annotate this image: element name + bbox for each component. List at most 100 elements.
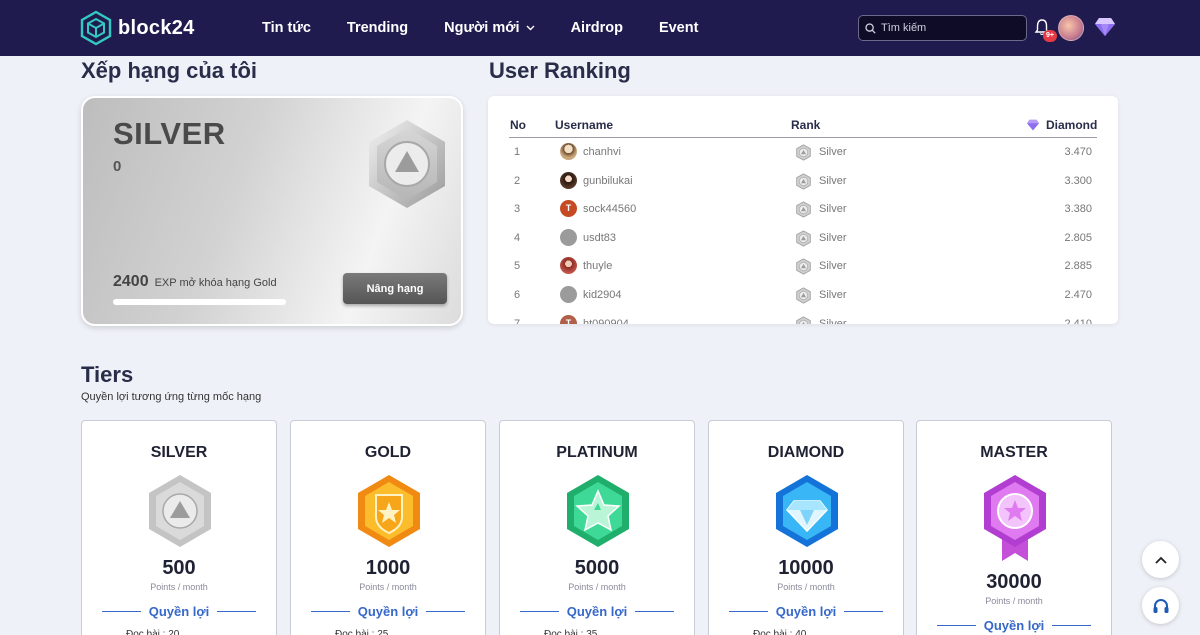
- row-username[interactable]: ht090904: [583, 318, 629, 324]
- col-no: No: [510, 118, 526, 132]
- tier-points: 1000: [365, 557, 411, 579]
- row-username[interactable]: sock44560: [583, 203, 636, 215]
- nav-nguoi-moi[interactable]: Người mới: [444, 20, 535, 36]
- unlock-text: EXP mở khóa hạng Gold: [154, 277, 277, 289]
- main-nav: Tin tức Trending Người mới Airdrop Event: [262, 0, 734, 56]
- row-diamond: 2.885: [1064, 260, 1092, 273]
- logo[interactable]: block24: [80, 10, 195, 46]
- row-rank: Silver: [819, 146, 847, 158]
- tier-unit: Points / month: [985, 596, 1043, 606]
- tier-points: 500: [162, 557, 196, 579]
- row-diamond: 2.470: [1064, 288, 1092, 301]
- nav-label: Event: [658, 20, 699, 36]
- my-rank-card: SILVER 0 2400 EXP mở khóa hạng Gold Nâng…: [81, 96, 463, 326]
- diamond-icon[interactable]: [1094, 17, 1116, 37]
- tier-medal: [563, 473, 633, 554]
- user-avatar: [560, 143, 577, 160]
- nav-airdrop[interactable]: Airdrop: [571, 20, 623, 36]
- tier-points: 5000: [574, 557, 620, 579]
- row-rank: Silver: [819, 231, 847, 244]
- tier-benefit[interactable]: Quyền lợi: [937, 618, 1091, 633]
- nav-label: Airdrop: [570, 20, 623, 36]
- top-header: block24 Tin tức Trending Người mới Airdr…: [0, 0, 1200, 56]
- row-username[interactable]: kid2904: [583, 289, 622, 301]
- table-row[interactable]: 2 gunbilukai Silver 3.300: [509, 167, 1097, 196]
- user-ranking-heading: User Ranking: [489, 58, 631, 83]
- upgrade-button[interactable]: Nâng hạng: [343, 273, 447, 304]
- user-avatar: [560, 228, 577, 246]
- silver-medal-icon: [149, 475, 211, 547]
- row-no: 3: [514, 203, 521, 216]
- table-row[interactable]: 6 kid2904 Silver 2.470: [509, 281, 1097, 310]
- search-box: [858, 15, 1027, 41]
- tier-benefit[interactable]: Quyền lợi: [729, 604, 883, 619]
- user-avatar: [560, 257, 577, 275]
- search-icon: [865, 22, 876, 34]
- row-diamond: 3.380: [1064, 203, 1092, 216]
- tier-name: DIAMOND: [767, 444, 845, 461]
- tier-benefit-label: Quyền lợi: [357, 604, 419, 619]
- row-no: 6: [514, 288, 521, 301]
- tier-name: PLATINUM: [556, 444, 638, 461]
- user-avatar[interactable]: [1058, 15, 1084, 41]
- table-row[interactable]: 5 thuyle Silver 2.885: [509, 252, 1097, 281]
- row-no: 4: [514, 231, 521, 244]
- search-input[interactable]: [881, 22, 1011, 34]
- tier-card-gold: GOLD 1000 Points / month Quyền lợi Đọc b…: [290, 420, 486, 635]
- row-username[interactable]: thuyle: [583, 260, 612, 272]
- silver-rank-icon: [796, 315, 811, 324]
- master-medal-icon: [984, 475, 1046, 561]
- tier-card-diamond: DIAMOND 10000 Points / month Quyền lợi Đ…: [708, 420, 904, 635]
- tier-benefit[interactable]: Quyền lợi: [102, 604, 256, 619]
- user-avatar: T: [560, 200, 577, 218]
- row-username[interactable]: usdt83: [583, 232, 616, 244]
- tier-benefit-label: Quyền lợi: [148, 604, 210, 619]
- silver-medal-icon: [369, 120, 445, 208]
- user-ranking-table[interactable]: No Username Rank Diamond 1 chanhvi Silve…: [488, 96, 1118, 324]
- rank-exp: 0: [113, 158, 122, 175]
- tier-medal: [772, 473, 842, 554]
- table-header: No Username Rank Diamond: [509, 116, 1097, 138]
- logo-text: block24: [118, 16, 195, 39]
- row-diamond: 2.410: [1064, 317, 1092, 324]
- row-username[interactable]: gunbilukai: [583, 175, 633, 187]
- table-row[interactable]: 4 usdt83 Silver 2.805: [509, 224, 1097, 253]
- nav-event[interactable]: Event: [659, 20, 699, 36]
- tier-points: 30000: [986, 571, 1042, 593]
- avatar-letter: T: [565, 203, 572, 214]
- tier-unit: Points / month: [359, 582, 417, 592]
- tier-medal: [354, 473, 424, 554]
- col-username: Username: [555, 118, 614, 132]
- row-username[interactable]: chanhvi: [583, 146, 621, 158]
- platinum-medal-icon: [567, 475, 629, 547]
- diamond-icon: [1027, 119, 1039, 131]
- tier-extra: Đọc bài : 40: [753, 629, 807, 635]
- gold-medal-icon: [358, 475, 420, 547]
- tier-benefit[interactable]: Quyền lợi: [520, 604, 674, 619]
- table-row[interactable]: 7 T ht090904 Silver 2.410: [509, 310, 1097, 324]
- col-diamond: Diamond: [1026, 118, 1097, 132]
- nav-label: Tin tức: [262, 20, 311, 36]
- row-rank: Silver: [819, 260, 847, 273]
- table-row[interactable]: 3 T sock44560 Silver 3.380: [509, 195, 1097, 224]
- avatar-letter: T: [565, 317, 572, 324]
- support-button[interactable]: [1142, 587, 1179, 624]
- table-row[interactable]: 1 chanhvi Silver 3.470: [509, 138, 1097, 167]
- tier-extra: Đọc bài : 35: [544, 629, 598, 635]
- user-avatar: T: [560, 314, 577, 324]
- silver-rank-icon: [796, 144, 811, 161]
- scroll-top-button[interactable]: [1142, 541, 1179, 578]
- row-diamond: 2.805: [1064, 231, 1092, 244]
- tier-unit: Points / month: [568, 582, 626, 592]
- tier-benefit[interactable]: Quyền lợi: [311, 604, 465, 619]
- tier-medal: [145, 473, 215, 554]
- row-no: 1: [514, 146, 521, 158]
- col-diamond-label: Diamond: [1046, 118, 1098, 132]
- tier-points: 10000: [778, 557, 834, 579]
- nav-trending[interactable]: Trending: [347, 20, 408, 36]
- row-rank: Silver: [819, 203, 847, 216]
- notification-badge: 9+: [1043, 30, 1057, 42]
- nav-tin-tuc[interactable]: Tin tức: [262, 20, 311, 36]
- headphones-icon: [1153, 598, 1168, 613]
- unlock-info: 2400 EXP mở khóa hạng Gold: [113, 273, 277, 291]
